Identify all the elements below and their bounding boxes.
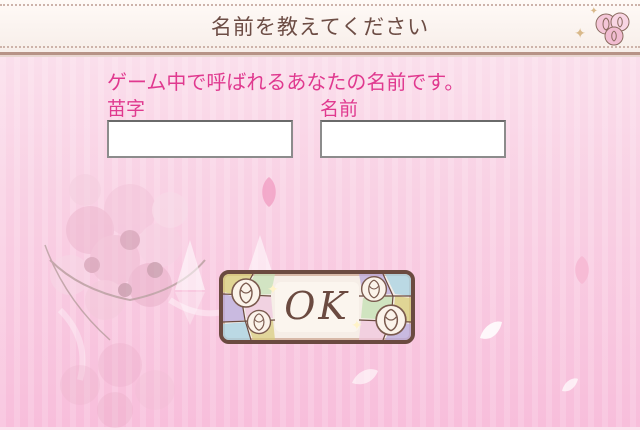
last-name-input[interactable] — [107, 120, 293, 158]
first-name-input[interactable] — [320, 120, 506, 158]
rose-icon — [360, 275, 388, 303]
petal-decoration — [480, 321, 502, 339]
rose-icon — [246, 309, 272, 335]
sparkle-icon: ✦ — [574, 26, 586, 42]
sparkle-icon: ✦ — [351, 318, 363, 334]
petal-decoration — [562, 378, 578, 392]
petal-decoration — [352, 369, 378, 385]
first-name-label: 名前 — [320, 98, 359, 120]
petal-decoration — [262, 177, 276, 207]
rose-icon — [231, 278, 261, 308]
name-prompt-text: ゲーム中で呼ばれるあなたの名前です。 — [107, 70, 465, 94]
ok-button[interactable]: OK ✦ ✦ — [219, 270, 415, 344]
petal-decoration — [575, 256, 589, 284]
rose-icon — [595, 12, 630, 46]
header-bar: 名前を教えてください ✦ ✦ — [0, 0, 640, 55]
sparkle-icon: ✦ — [267, 282, 279, 298]
rose-icon — [375, 304, 407, 336]
page-title: 名前を教えてください — [210, 15, 430, 39]
last-name-label: 苗字 — [107, 98, 146, 120]
